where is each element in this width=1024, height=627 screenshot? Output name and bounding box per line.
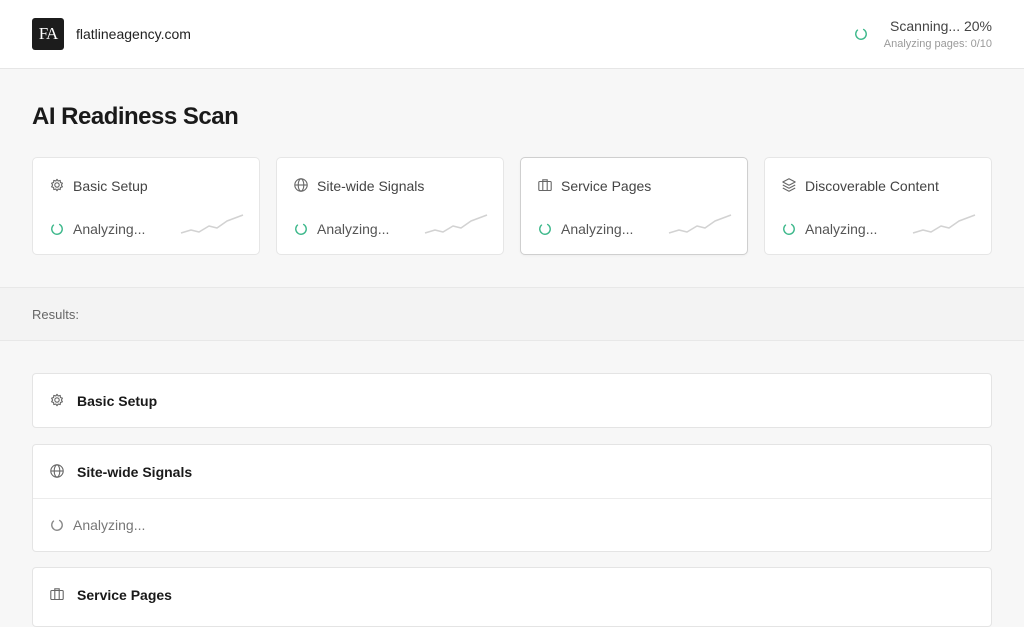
globe-icon xyxy=(50,464,64,478)
card-discoverable-content[interactable]: Discoverable Content Analyzing... xyxy=(764,157,992,255)
loading-spinner-icon xyxy=(295,223,307,235)
loading-spinner-icon xyxy=(51,519,63,531)
card-title: Basic Setup xyxy=(73,178,148,194)
sparkline-icon xyxy=(424,214,488,234)
result-section-service-pages: Service Pages xyxy=(32,567,992,627)
section-header[interactable]: Service Pages xyxy=(33,568,991,621)
scan-status: Scanning... 20% Analyzing pages: 0/10 xyxy=(884,18,992,52)
card-status: Analyzing... xyxy=(805,221,878,237)
top-bar: FA flatlineagency.com Scanning... 20% An… xyxy=(0,0,1024,69)
sparkline-icon xyxy=(668,214,732,234)
card-basic-setup[interactable]: Basic Setup Analyzing... xyxy=(32,157,260,255)
results-label: Results: xyxy=(32,307,79,322)
card-status: Analyzing... xyxy=(561,221,634,237)
section-title: Service Pages xyxy=(77,587,172,603)
section-title: Site-wide Signals xyxy=(77,464,193,480)
gear-icon xyxy=(51,178,63,192)
layers-icon xyxy=(782,178,796,192)
loading-spinner-icon xyxy=(539,223,551,235)
scan-pages-count: Analyzing pages: 0/10 xyxy=(883,38,992,50)
section-header[interactable]: Basic Setup xyxy=(33,374,991,427)
briefcase-icon xyxy=(538,179,552,192)
card-title: Service Pages xyxy=(561,178,652,194)
card-site-wide-signals[interactable]: Site-wide Signals Analyzing... xyxy=(276,157,504,255)
card-title: Discoverable Content xyxy=(805,178,939,194)
loading-spinner-icon xyxy=(51,223,63,235)
scan-progress-spinner-icon xyxy=(855,28,867,40)
result-section-basic-setup: Basic Setup xyxy=(32,373,992,428)
gear-icon xyxy=(51,393,63,407)
section-status: Analyzing... xyxy=(73,517,146,533)
company-logo[interactable]: FA xyxy=(32,18,64,50)
card-status: Analyzing... xyxy=(73,221,146,237)
site-domain: flatlineagency.com xyxy=(76,26,191,42)
scan-status-text: Scanning... 20% xyxy=(890,18,992,34)
results-header: Results: xyxy=(0,287,1024,341)
sparkline-icon xyxy=(912,214,976,234)
sparkline-icon xyxy=(180,214,244,234)
result-section-site-wide-signals: Site-wide Signals Analyzing... xyxy=(32,444,992,552)
card-status: Analyzing... xyxy=(317,221,390,237)
section-title: Basic Setup xyxy=(77,393,158,409)
card-title: Site-wide Signals xyxy=(317,178,425,194)
loading-spinner-icon xyxy=(783,223,795,235)
page-title: AI Readiness Scan xyxy=(32,103,239,130)
globe-icon xyxy=(294,178,308,192)
card-service-pages[interactable]: Service Pages Analyzing... xyxy=(520,157,748,255)
section-body: Analyzing... xyxy=(33,498,991,551)
section-header[interactable]: Site-wide Signals xyxy=(33,445,991,498)
